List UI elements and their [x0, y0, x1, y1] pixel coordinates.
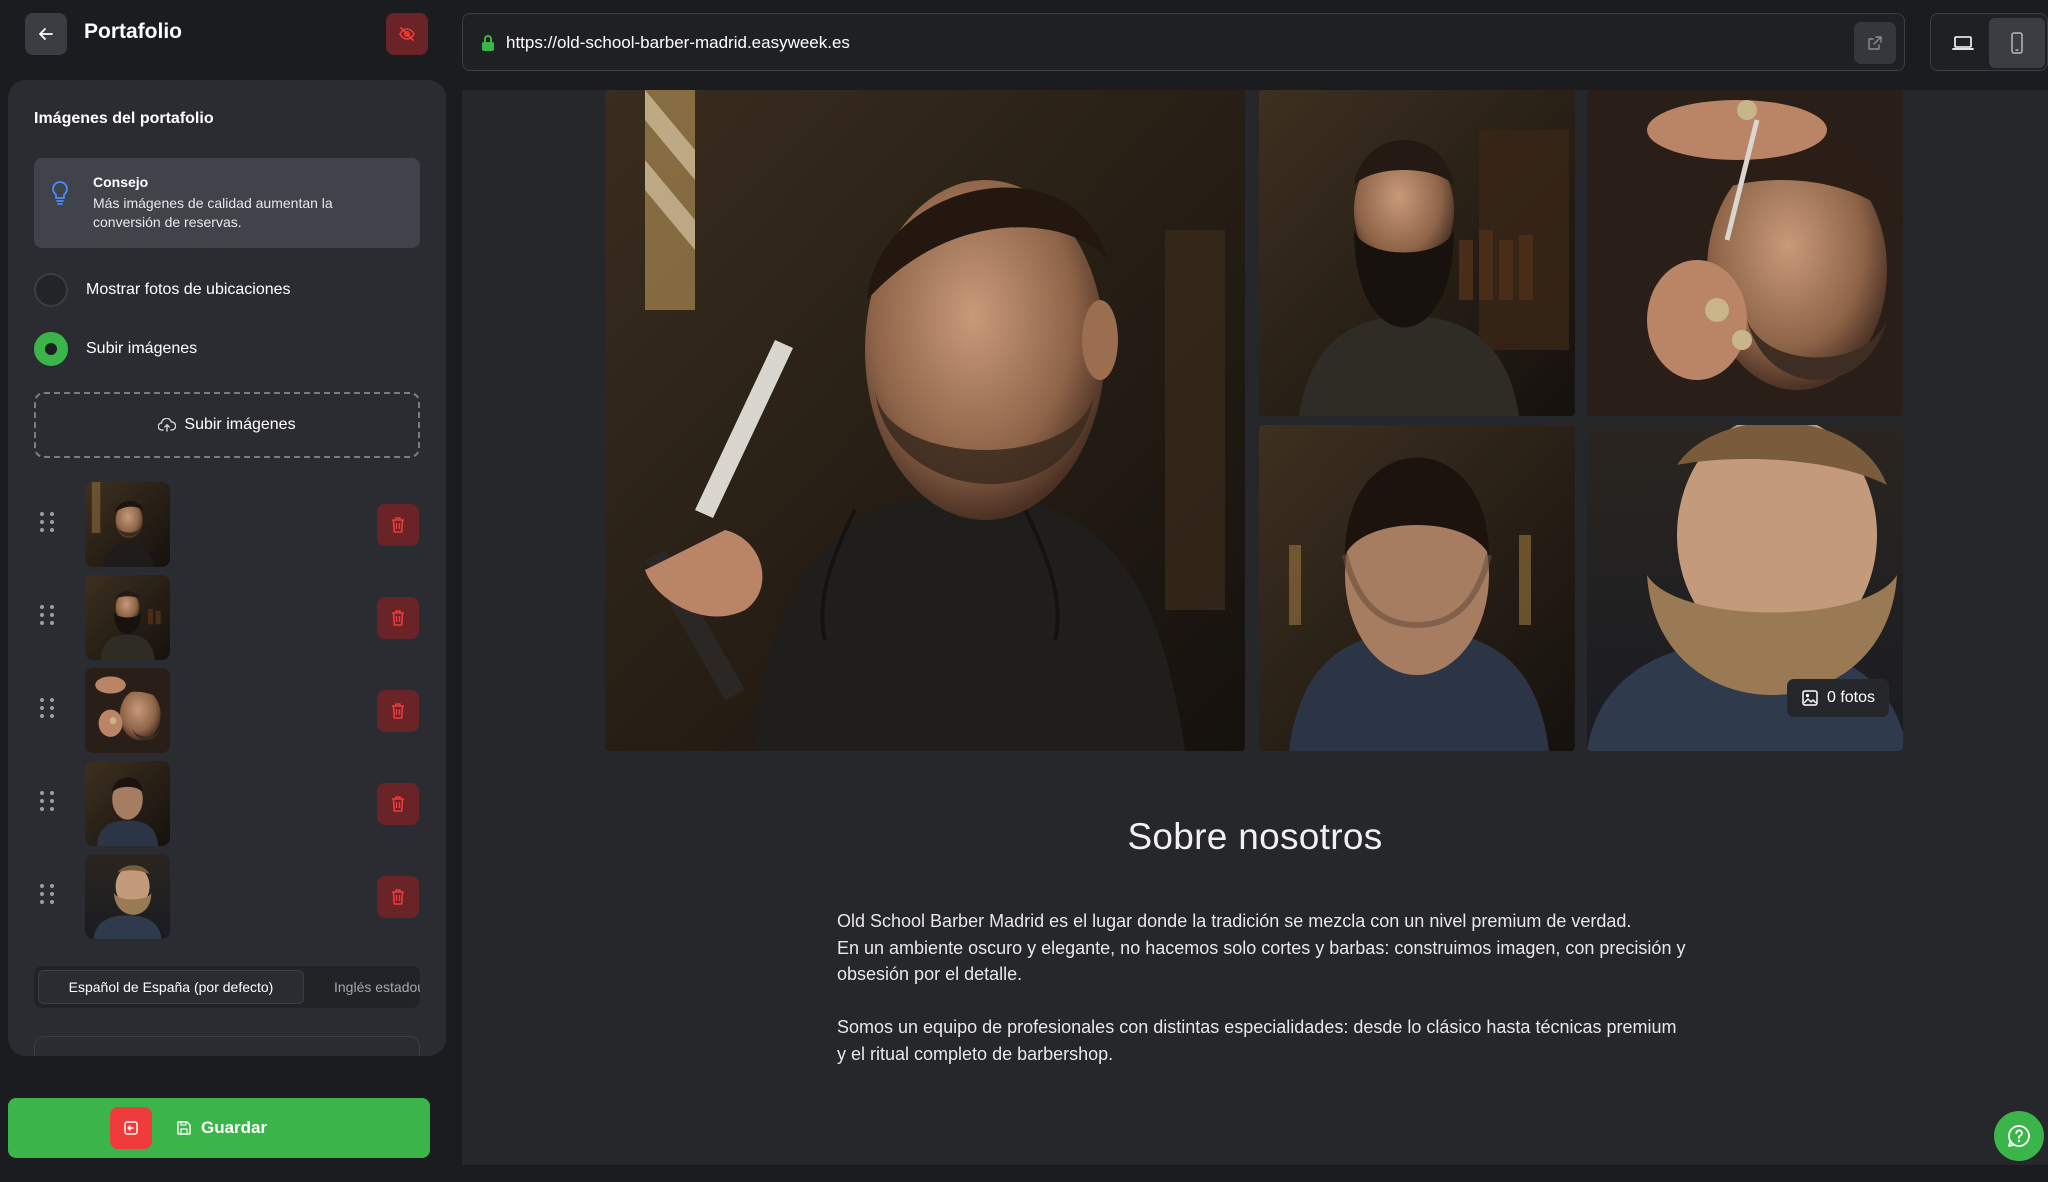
delete-image-button[interactable] — [377, 504, 419, 546]
tab-language-es[interactable]: Español de España (por defecto) — [38, 970, 304, 1004]
image-icon — [1802, 690, 1818, 706]
lightbulb-icon — [52, 181, 68, 205]
drag-handle-icon[interactable] — [40, 791, 55, 811]
delete-image-button[interactable] — [377, 783, 419, 825]
drag-handle-icon[interactable] — [40, 605, 55, 625]
section-heading: Imágenes del portafolio — [34, 110, 214, 127]
tip-box: Consejo Más imágenes de calidad aumentan… — [34, 158, 420, 248]
trash-icon — [392, 889, 404, 905]
website-canvas: 0 fotos Sobre nosotros Old School Barber… — [462, 90, 2048, 1165]
smartphone-icon — [2011, 32, 2023, 54]
arrow-left-icon — [39, 28, 53, 40]
save-button[interactable]: Guardar — [176, 1098, 267, 1158]
description-field[interactable] — [34, 1036, 420, 1056]
back-button[interactable] — [25, 13, 67, 55]
image-thumbnail — [85, 482, 170, 567]
url-bar[interactable]: https://old-school-barber-madrid.easywee… — [462, 13, 1905, 71]
help-chat-button[interactable] — [1994, 1111, 2044, 1161]
option-show-location-photos[interactable]: Mostrar fotos de ubicaciones — [34, 273, 291, 307]
gallery-photo[interactable] — [1587, 90, 1903, 416]
tab-language-en[interactable]: Inglés estadounidense — [334, 970, 420, 1004]
image-list-item — [8, 668, 446, 761]
portfolio-image-list — [8, 482, 446, 947]
save-icon — [177, 1121, 191, 1135]
gallery-photo-main[interactable] — [605, 90, 1245, 751]
about-title: Sobre nosotros — [1127, 816, 1383, 857]
trash-icon — [392, 796, 404, 812]
upload-label: Subir imágenes — [184, 416, 296, 433]
exit-button[interactable] — [110, 1107, 152, 1149]
device-toggle — [1930, 13, 2048, 71]
image-list-item — [8, 482, 446, 575]
about-paragraph: Somos un equipo de profesionales con dis… — [837, 1017, 1677, 1064]
mobile-view-button[interactable] — [1989, 18, 2045, 68]
drag-handle-icon[interactable] — [40, 512, 55, 532]
delete-image-button[interactable] — [377, 876, 419, 918]
image-thumbnail — [85, 854, 170, 939]
delete-image-button[interactable] — [377, 690, 419, 732]
external-link-icon — [1868, 36, 1882, 50]
tip-text: Más imágenes de calidad aumentan la conv… — [93, 195, 333, 230]
drag-handle-icon[interactable] — [40, 698, 55, 718]
gallery-photo[interactable]: 0 fotos — [1587, 425, 1903, 751]
about-paragraph: Old School Barber Madrid es el lugar don… — [837, 911, 1686, 984]
upload-images-dropzone[interactable]: Subir imágenes — [34, 392, 420, 458]
image-list-item — [8, 761, 446, 854]
portfolio-gallery: 0 fotos — [605, 90, 1903, 751]
delete-image-button[interactable] — [377, 597, 419, 639]
desktop-view-button[interactable] — [1935, 18, 1991, 68]
url-text: https://old-school-barber-madrid.easywee… — [506, 33, 850, 52]
image-thumbnail — [85, 575, 170, 660]
gallery-photo[interactable] — [1259, 425, 1575, 751]
option-label: Mostrar fotos de ubicaciones — [86, 281, 291, 298]
hide-section-button[interactable] — [386, 13, 428, 55]
help-circle-icon — [2008, 1125, 2030, 1147]
editor-panel: Portafolio Imágenes del portafolio Conse… — [0, 0, 462, 1182]
image-thumbnail — [85, 761, 170, 846]
drag-handle-icon[interactable] — [40, 884, 55, 904]
save-label: Guardar — [201, 1118, 268, 1137]
language-tabs: Español de España (por defecto) Inglés e… — [34, 966, 420, 1008]
about-text: Old School Barber Madrid es el lugar don… — [837, 908, 1687, 1094]
tip-title: Consejo — [93, 174, 149, 190]
image-thumbnail — [85, 668, 170, 753]
radio-button-selected[interactable] — [34, 332, 68, 366]
trash-icon — [392, 703, 404, 719]
cloud-upload-icon — [158, 418, 177, 432]
photo-count-badge[interactable]: 0 fotos — [1786, 679, 1889, 717]
trash-icon — [392, 610, 404, 626]
exit-icon — [124, 1121, 138, 1135]
gallery-photo[interactable] — [1259, 90, 1575, 416]
radio-button[interactable] — [34, 273, 68, 307]
trash-icon — [392, 517, 404, 533]
site-preview: https://old-school-barber-madrid.easywee… — [462, 0, 2048, 1182]
photo-count-label: 0 fotos — [1826, 689, 1875, 706]
image-list-item — [8, 854, 446, 947]
laptop-icon — [1952, 36, 1974, 50]
lock-icon — [482, 35, 494, 51]
option-upload-images[interactable]: Subir imágenes — [34, 332, 197, 366]
panel-title: Portafolio — [84, 20, 182, 43]
option-label: Subir imágenes — [86, 340, 198, 357]
image-list-item — [8, 575, 446, 668]
open-external-button[interactable] — [1854, 22, 1896, 64]
portfolio-settings-card: Imágenes del portafolio Consejo Más imág… — [8, 80, 446, 1056]
save-bar: Guardar — [8, 1098, 430, 1158]
eye-off-icon — [399, 27, 415, 41]
editor-topbar: Portafolio — [0, 0, 462, 68]
